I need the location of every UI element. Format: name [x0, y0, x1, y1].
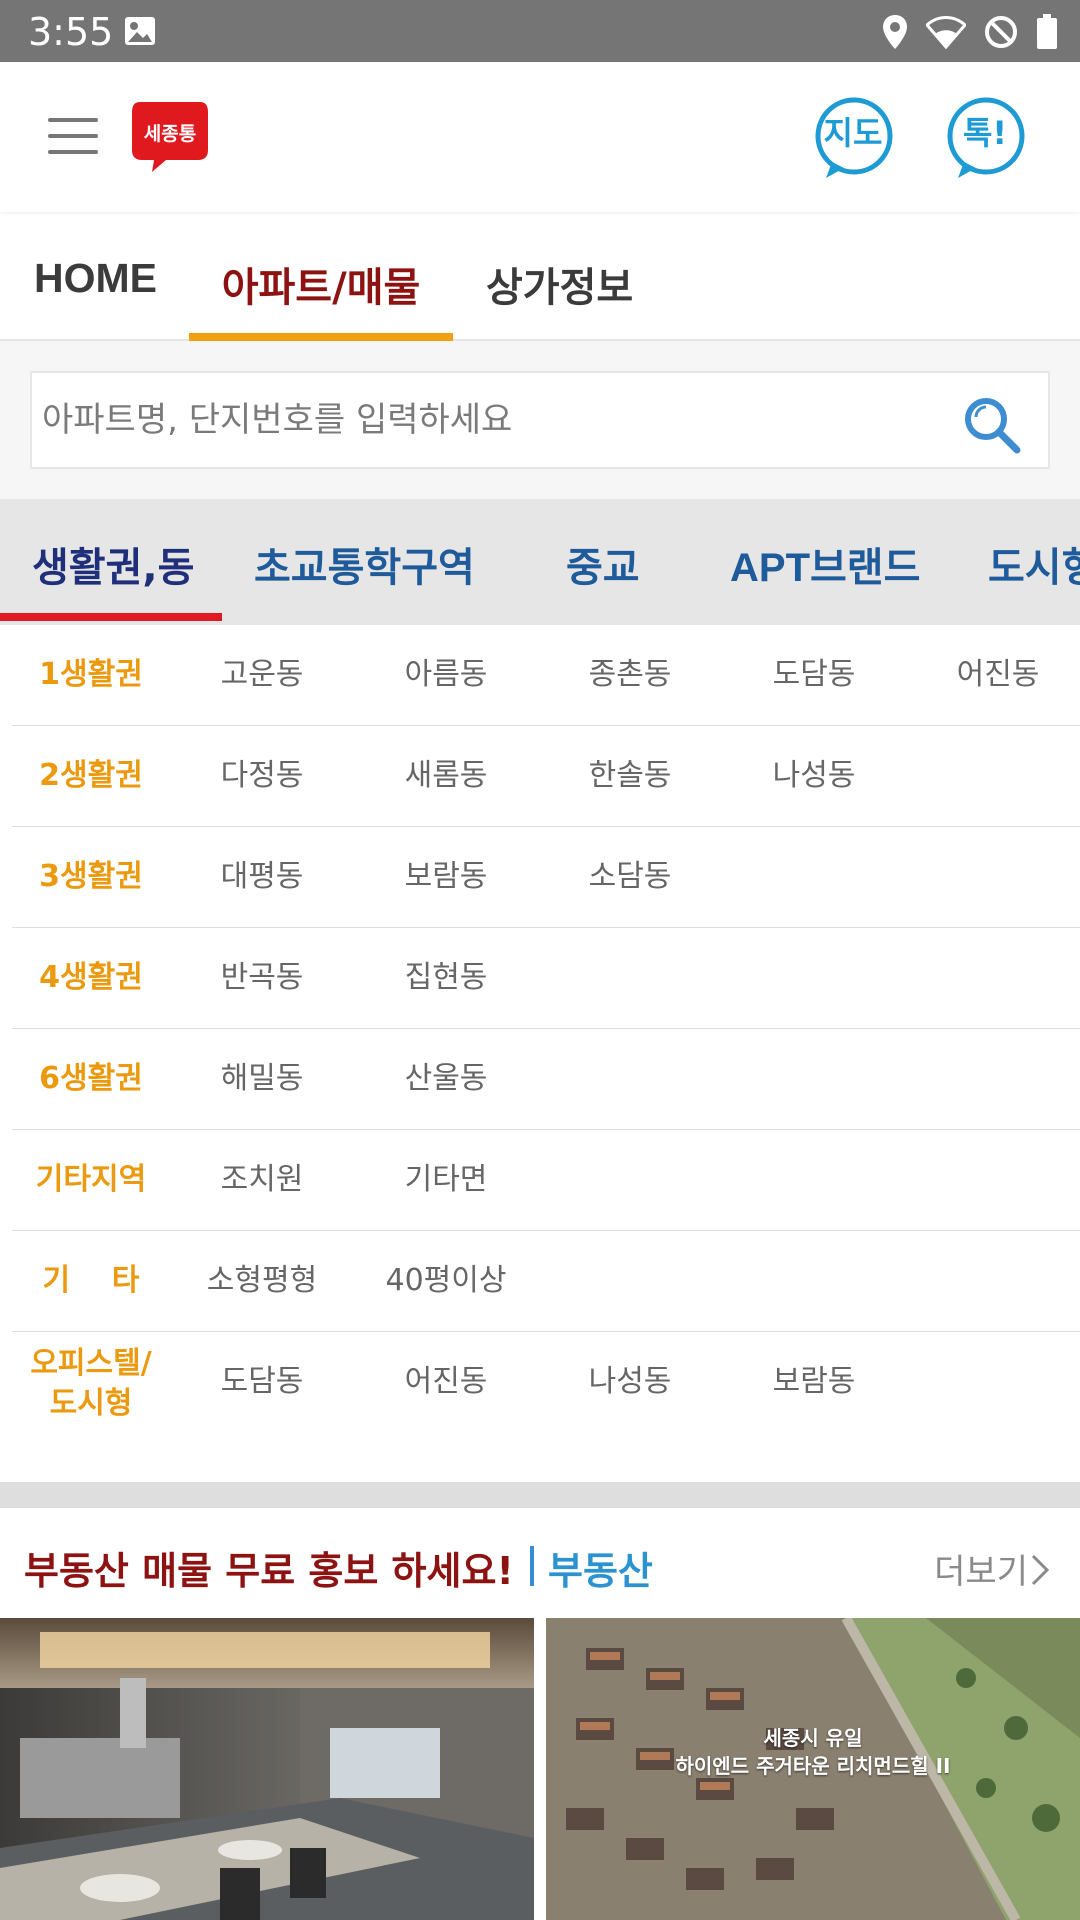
search-icon[interactable] — [962, 395, 1022, 455]
region-label[interactable]: 1생활권 — [12, 655, 170, 695]
region-label[interactable]: 6생활권 — [12, 1059, 170, 1099]
region-table: 1생활권 고운동 아름동 종촌동 도담동 어진동 2생활권 다정동 새롬동 한솔… — [12, 625, 1080, 1442]
promo-subtitle: 부동산 — [548, 1549, 653, 1593]
dong-link[interactable]: 나성동 — [538, 1362, 722, 1402]
promo-divider — [530, 1546, 534, 1586]
category-tab-urban-type[interactable]: 도시형 — [988, 535, 1080, 593]
category-tab-apt-brand[interactable]: APT브랜드 — [730, 535, 920, 593]
app-header: 세종통 지도 톡! — [0, 62, 1080, 212]
status-time: 3:55 — [28, 10, 114, 54]
category-tab-bar: 생활권,동 초교통학구역 중교 APT브랜드 도시형 — [0, 499, 1080, 625]
active-tab-indicator — [0, 613, 222, 621]
talk-button[interactable]: 톡! — [946, 96, 1028, 182]
menu-icon[interactable] — [48, 118, 98, 158]
app-logo[interactable]: 세종통 — [130, 96, 210, 176]
map-button[interactable]: 지도 — [814, 96, 896, 182]
section-divider — [0, 1482, 1080, 1508]
dong-link[interactable]: 해밀동 — [170, 1059, 354, 1099]
more-link-label: 더보기 — [934, 1552, 1028, 1592]
region-row: 6생활권 해밀동 산울동 — [12, 1029, 1080, 1130]
region-row: 4생활권 반곡동 집현동 — [12, 928, 1080, 1029]
tab-apartment[interactable]: 아파트/매물 — [189, 255, 453, 341]
promo-title: 부동산 매물 무료 홍보 하세요! — [24, 1549, 514, 1593]
promo-header: 부동산 매물 무료 홍보 하세요! 부동산 더보기 — [0, 1508, 1080, 1618]
listing-thumbnail[interactable]: 세종시 유일 하이엔드 주거타운 리치먼드힐 II — [546, 1618, 1080, 1920]
dong-link[interactable]: 조치원 — [170, 1160, 354, 1200]
region-row: 기타지역 조치원 기타면 — [12, 1130, 1080, 1231]
dong-link[interactable]: 소담동 — [538, 857, 722, 897]
dong-link[interactable]: 기타면 — [354, 1160, 538, 1200]
search-box — [30, 371, 1050, 469]
dong-link[interactable]: 반곡동 — [170, 958, 354, 998]
do-not-disturb-icon — [985, 16, 1017, 48]
dong-link[interactable]: 고운동 — [170, 655, 354, 695]
image-icon — [125, 17, 155, 45]
category-tab-school-district[interactable]: 초교통학구역 — [254, 535, 475, 593]
tab-home[interactable]: HOME — [34, 255, 157, 341]
dong-link[interactable]: 산울동 — [354, 1059, 538, 1099]
region-label[interactable]: 기타지역 — [12, 1160, 170, 1200]
region-label[interactable]: 4생활권 — [12, 958, 170, 998]
search-area — [0, 341, 1080, 499]
status-bar: 3:55 — [0, 0, 1080, 62]
logo-text: 세종통 — [144, 123, 196, 145]
dong-link[interactable]: 도담동 — [722, 655, 906, 695]
location-icon — [883, 15, 907, 49]
dong-link[interactable]: 보람동 — [354, 857, 538, 897]
main-tab-bar: HOME 아파트/매물 상가정보 — [0, 215, 1080, 341]
dong-link[interactable]: 나성동 — [722, 756, 906, 796]
dong-link[interactable]: 다정동 — [170, 756, 354, 796]
dong-link[interactable]: 한솔동 — [538, 756, 722, 796]
battery-icon — [1037, 14, 1057, 49]
region-label[interactable]: 3생활권 — [12, 857, 170, 897]
search-input[interactable] — [42, 373, 942, 467]
dong-link[interactable]: 소형평형 — [170, 1261, 354, 1301]
dong-link[interactable]: 새롬동 — [354, 756, 538, 796]
dong-link[interactable]: 집현동 — [354, 958, 538, 998]
dong-link[interactable]: 어진동 — [354, 1362, 538, 1402]
listing-thumbnail[interactable] — [0, 1618, 534, 1920]
more-link[interactable]: 더보기 — [934, 1544, 1050, 1593]
map-button-label: 지도 — [823, 114, 883, 152]
talk-button-label: 톡! — [962, 114, 1008, 152]
category-tab-middle-school[interactable]: 중교 — [566, 535, 640, 593]
dong-link[interactable]: 대평동 — [170, 857, 354, 897]
region-row: 1생활권 고운동 아름동 종촌동 도담동 어진동 — [12, 625, 1080, 726]
region-label[interactable]: 2생활권 — [12, 756, 170, 796]
wifi-icon — [926, 16, 966, 49]
tab-shop-info[interactable]: 상가정보 — [486, 255, 633, 341]
region-label[interactable]: 기 타 — [12, 1261, 170, 1301]
dong-link[interactable]: 보람동 — [722, 1362, 906, 1402]
region-row: 3생활권 대평동 보람동 소담동 — [12, 827, 1080, 928]
interior-photo — [0, 1618, 534, 1920]
region-row: 기 타 소형평형 40평이상 — [12, 1231, 1080, 1332]
region-row: 오피스텔/ 도시형 도담동 어진동 나성동 보람동 — [12, 1332, 1080, 1442]
dong-link[interactable]: 40평이상 — [354, 1261, 538, 1301]
chevron-right-icon — [1031, 1554, 1050, 1586]
dong-link[interactable]: 종촌동 — [538, 655, 722, 695]
caption-line: 하이엔드 주거타운 리치먼드힐 II — [675, 1754, 951, 1778]
region-label[interactable]: 오피스텔/ 도시형 — [12, 1344, 170, 1424]
dong-link[interactable]: 어진동 — [906, 655, 1080, 695]
thumbnail-caption: 세종시 유일 하이엔드 주거타운 리치먼드힐 II — [546, 1724, 1080, 1780]
category-tab-living-zone[interactable]: 생활권,동 — [32, 535, 194, 593]
region-row: 2생활권 다정동 새롬동 한솔동 나성동 — [12, 726, 1080, 827]
dong-link[interactable]: 도담동 — [170, 1362, 354, 1402]
caption-line: 세종시 유일 — [763, 1726, 863, 1750]
dong-link[interactable]: 아름동 — [354, 655, 538, 695]
